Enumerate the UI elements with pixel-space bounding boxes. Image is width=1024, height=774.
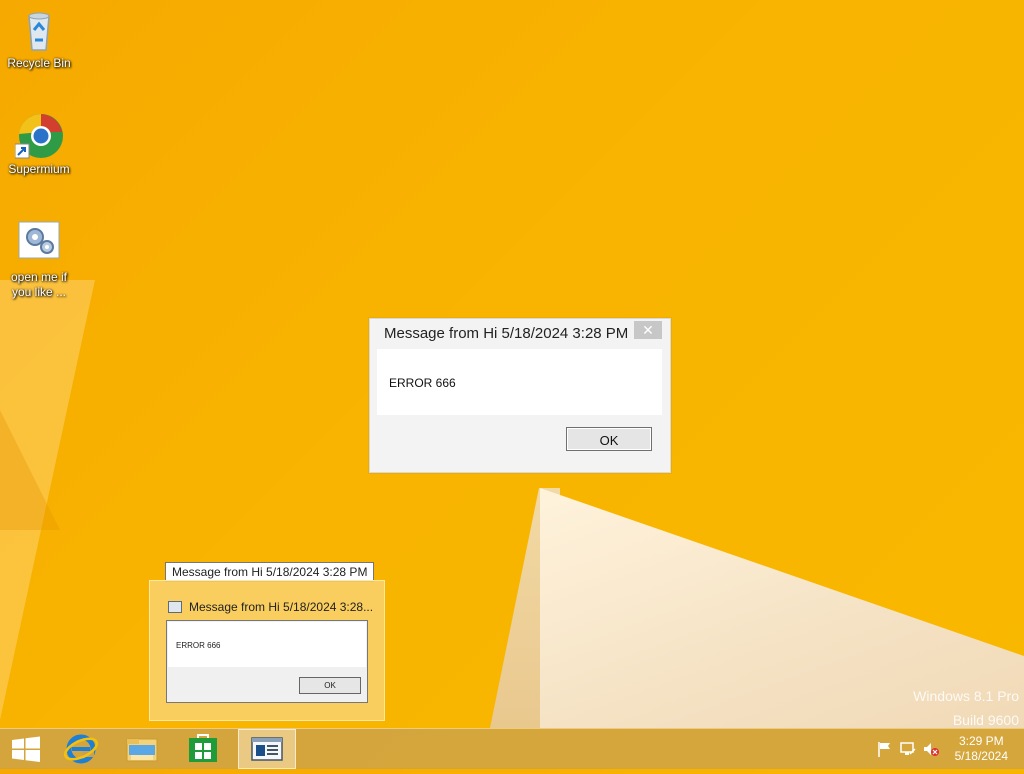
recycle-bin-icon — [15, 6, 63, 54]
windows-logo-icon — [12, 736, 40, 762]
store-icon — [189, 734, 217, 762]
desktop-icon-label: Recycle Bin — [7, 56, 71, 70]
internet-explorer-icon — [63, 734, 99, 764]
clock-time: 3:29 PM — [958, 734, 1004, 748]
dialog-titlebar[interactable]: Message from Hi 5/18/2024 3:28 PM ✕ — [370, 319, 670, 348]
dialog-title: Message from Hi 5/18/2024 3:28 PM — [384, 325, 629, 342]
taskbar-clock[interactable]: 3:29 PM 5/18/2024 — [955, 734, 1008, 764]
system-tray: 3:29 PM 5/18/2024 — [864, 729, 1024, 769]
flag-icon[interactable] — [876, 740, 894, 758]
dialog-message: ERROR 666 — [389, 376, 456, 390]
desktop-icon-label: Supermium — [8, 162, 70, 176]
desktop-icon-supermium[interactable]: Supermium — [1, 112, 77, 177]
taskbar-file-explorer[interactable] — [113, 729, 171, 769]
message-dialog: Message from Hi 5/18/2024 3:28 PM ✕ ERRO… — [369, 318, 671, 473]
desktop-icon-recycle-bin[interactable]: Recycle Bin — [1, 6, 77, 71]
preview-message: ERROR 666 — [176, 641, 221, 650]
taskbar-message-window[interactable] — [238, 729, 296, 769]
dialog-content: ERROR 666 — [377, 349, 662, 415]
volume-muted-icon[interactable] — [922, 740, 940, 758]
windows-watermark: Windows 8.1 Pro Build 9600 — [913, 684, 1019, 732]
taskbar-store[interactable] — [174, 729, 232, 769]
desktop-icon-open-me[interactable]: open me if you like ... — [1, 220, 77, 300]
window-app-icon — [168, 601, 182, 613]
file-explorer-icon — [126, 738, 158, 762]
ok-button[interactable]: OK — [566, 427, 652, 451]
wallpaper-shape — [0, 410, 60, 530]
preview-thumbnail[interactable]: ERROR 666 OK — [166, 620, 368, 703]
taskbar: 3:29 PM 5/18/2024 — [0, 728, 1024, 769]
preview-content: ERROR 666 — [168, 622, 366, 667]
start-button[interactable] — [0, 729, 58, 769]
close-icon: ✕ — [642, 322, 654, 338]
network-icon[interactable] — [899, 740, 917, 758]
preview-ok-button: OK — [299, 677, 361, 694]
taskbar-tooltip: Message from Hi 5/18/2024 3:28 PM — [165, 562, 375, 582]
gear-document-icon — [15, 220, 63, 268]
desktop-icon-label: open me if you like ... — [10, 270, 68, 299]
supermium-browser-icon — [14, 112, 63, 160]
preview-window-title: Message from Hi 5/18/2024 3:28... — [189, 600, 374, 614]
taskbar-thumbnail-preview[interactable]: Message from Hi 5/18/2024 3:28... ERROR … — [149, 580, 385, 721]
taskbar-internet-explorer[interactable] — [52, 729, 110, 769]
close-button[interactable]: ✕ — [634, 321, 662, 339]
watermark-edition: Windows 8.1 Pro — [913, 688, 1019, 704]
message-window-icon — [251, 737, 283, 761]
clock-date: 5/18/2024 — [954, 749, 1008, 763]
